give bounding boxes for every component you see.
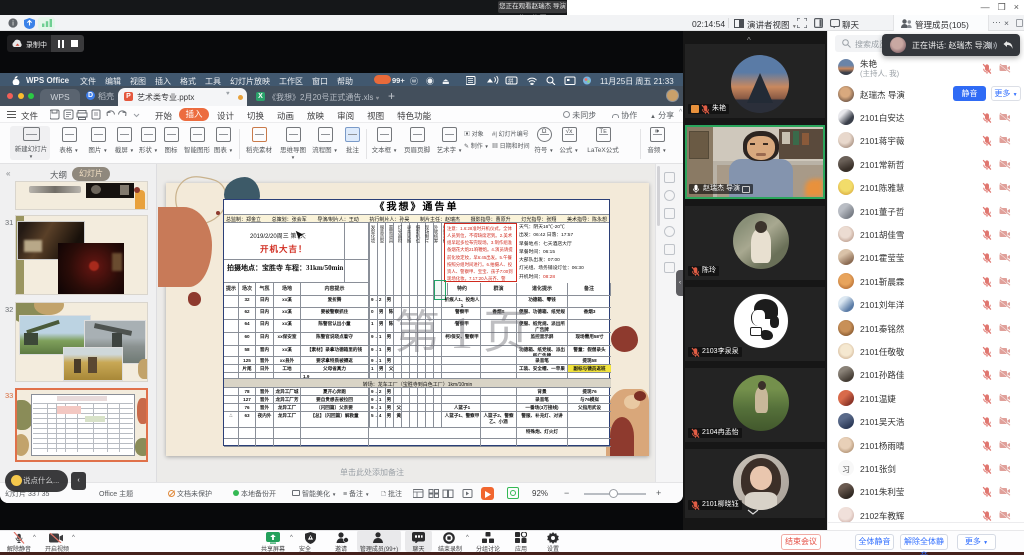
svg-text:拼: 拼 — [508, 77, 514, 85]
